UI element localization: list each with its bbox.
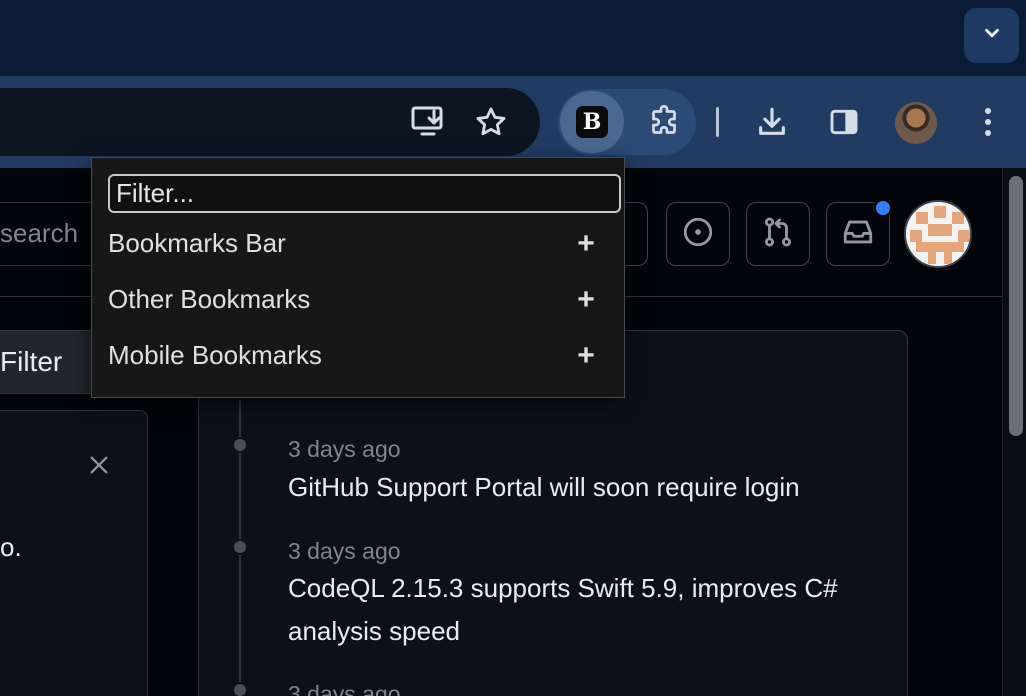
dashboard-card xyxy=(0,410,148,696)
feed-item-title-link[interactable]: GitHub Support Portal will soon require … xyxy=(288,466,888,509)
bookmark-folder-bookmarks-bar[interactable]: Bookmarks Bar + xyxy=(108,220,618,268)
browser-tabstrip xyxy=(0,0,1026,76)
feed-item-date: 3 days ago xyxy=(288,681,401,696)
bookmark-filter-input[interactable] xyxy=(108,174,621,213)
timeline-dot xyxy=(232,539,248,555)
feed-item-title-link[interactable]: CodeQL 2.15.3 supports Swift 5.9, improv… xyxy=(288,567,888,653)
bookmark-folder-mobile-bookmarks[interactable]: Mobile Bookmarks + xyxy=(108,332,618,380)
tab-search-button[interactable] xyxy=(964,8,1019,63)
search-placeholder: search xyxy=(0,218,79,248)
timeline-dot xyxy=(232,437,248,453)
bookmark-folder-label: Other Bookmarks xyxy=(108,284,311,314)
address-bar[interactable] xyxy=(0,88,540,156)
bookmark-folder-other-bookmarks[interactable]: Other Bookmarks + xyxy=(108,276,618,324)
bookmark-folder-popup: Bookmarks Bar + Other Bookmarks + Mobile… xyxy=(91,157,625,398)
user-avatar[interactable] xyxy=(904,200,972,268)
inbox-icon xyxy=(841,215,875,254)
identicon-icon xyxy=(906,202,970,266)
page-scrollbar-thumb[interactable] xyxy=(1009,176,1023,436)
pull-requests-button[interactable] xyxy=(746,202,810,266)
downloads-icon[interactable] xyxy=(750,100,794,144)
add-bookmark-plus-icon[interactable]: + xyxy=(570,339,602,372)
bookmark-extension-icon: B xyxy=(576,106,608,138)
filter-label: Filter xyxy=(0,346,63,377)
close-icon[interactable] xyxy=(86,452,112,478)
add-bookmark-plus-icon[interactable]: + xyxy=(570,227,602,260)
browser-toolbar: B xyxy=(0,76,1026,168)
bookmark-folder-label: Bookmarks Bar xyxy=(108,228,286,258)
bookmark-folder-label: Mobile Bookmarks xyxy=(108,340,322,370)
install-app-icon[interactable] xyxy=(406,100,450,144)
issues-button[interactable] xyxy=(666,202,730,266)
profile-avatar[interactable] xyxy=(895,102,937,144)
timeline-dot xyxy=(232,682,248,696)
feed-item-date: 3 days ago xyxy=(288,538,401,564)
add-bookmark-plus-icon[interactable]: + xyxy=(570,283,602,316)
bookmark-extension-button[interactable]: B xyxy=(560,91,624,153)
git-pull-request-icon xyxy=(761,215,795,254)
extensions-puzzle-icon[interactable] xyxy=(642,100,686,144)
bookmark-star-icon[interactable] xyxy=(469,100,513,144)
side-panel-icon[interactable] xyxy=(822,100,866,144)
chevron-down-icon xyxy=(981,22,1003,49)
feed-item-date: 3 days ago xyxy=(288,436,401,462)
card-text-fragment: o. xyxy=(0,532,22,562)
notification-dot xyxy=(873,198,893,218)
issue-circle-icon xyxy=(681,215,715,254)
toolbar-separator xyxy=(716,107,719,137)
extensions-group: B xyxy=(558,89,696,155)
more-menu-icon[interactable] xyxy=(966,100,1010,144)
